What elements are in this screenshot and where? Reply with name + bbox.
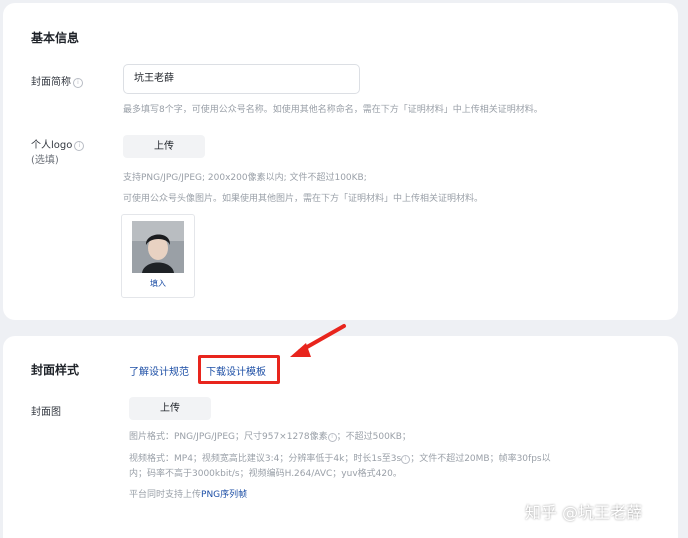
design-spec-link[interactable]: 了解设计规范 — [129, 363, 189, 378]
avatar-fill-card[interactable]: 填入 — [121, 214, 195, 298]
avatar-thumbnail — [132, 221, 184, 273]
logo-label-text: 个人logo — [31, 140, 73, 151]
cover-short-name-hint: 最多填写8个字，可使用公众号名称。如使用其他名称命名，需在下方「证明材料」中上传… — [123, 105, 543, 115]
basic-info-card — [3, 3, 678, 320]
image-format-hint: 图片格式：PNG/JPG/JPEG；尺寸957×1278像素 i ；不超过500KB… — [129, 429, 411, 442]
logo-optional-label: (选填) — [31, 155, 59, 166]
image-format-suffix: ；不超过500KB； — [336, 432, 411, 442]
cover-short-name-label-text: 封面简称 — [31, 77, 71, 88]
png-sequence-prefix: 平台同时支持上传 — [129, 490, 202, 500]
basic-info-title: 基本信息 — [31, 31, 80, 45]
info-icon[interactable]: i — [327, 433, 337, 442]
avatar-fill-label[interactable]: 填入 — [122, 278, 194, 289]
video-format-hint-line2: 内；码率不高于3000kbit/s；视频编码H.264/AVC；yuv格式420… — [129, 469, 402, 479]
cover-style-title: 封面样式 — [31, 363, 80, 377]
cover-short-name-input[interactable]: 坑王老薛 — [123, 64, 360, 94]
cover-image-label: 封面图 — [31, 407, 61, 418]
cover-short-name-label: 封面简称 i — [31, 73, 83, 88]
download-template-highlight — [198, 355, 280, 384]
info-icon[interactable]: i — [401, 455, 411, 464]
video-format-line1-a: 视频格式：MP4；视频宽高比建议3:4；分辨率低于4k；时长1s至3s — [129, 454, 402, 464]
info-icon[interactable]: i — [73, 78, 83, 88]
watermark: 知乎 @坑王老薛 — [525, 503, 643, 522]
logo-upload-button[interactable]: 上传 — [123, 135, 205, 158]
image-format-prefix: 图片格式：PNG/JPG/JPEG；尺寸957×1278像素 — [129, 432, 328, 442]
cover-upload-button[interactable]: 上传 — [129, 397, 211, 420]
info-icon[interactable]: i — [74, 141, 85, 151]
video-format-line1-b: ；文件不超过20MB；帧率30fps以 — [410, 454, 551, 464]
logo-hint-line2: 可使用公众号头像图片。如果使用其他图片，需在下方「证明材料」中上传相关证明材料。 — [123, 194, 484, 204]
logo-label: 个人logo i — [31, 136, 85, 151]
png-sequence-hint: 平台同时支持上传PNG序列帧 — [129, 487, 247, 500]
png-sequence-link[interactable]: PNG序列帧 — [201, 490, 247, 500]
logo-hint-line1: 支持PNG/JPG/JPEG; 200x200像素以内; 文件不超过100KB; — [123, 173, 367, 183]
red-arrow-icon — [290, 324, 346, 357]
video-format-hint-line1: 视频格式：MP4；视频宽高比建议3:4；分辨率低于4k；时长1s至3s i ；文件不… — [129, 451, 551, 464]
